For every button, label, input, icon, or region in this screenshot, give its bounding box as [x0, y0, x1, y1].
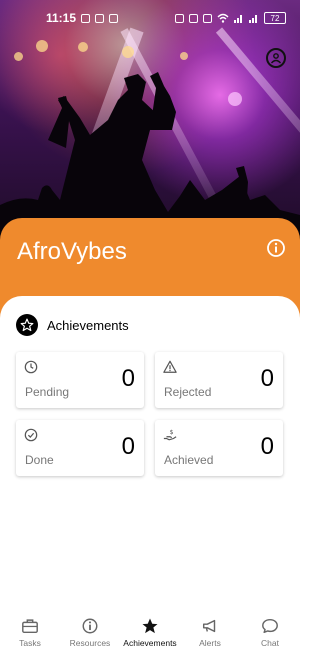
- status-bar: 11:15 72: [0, 0, 300, 36]
- check-circle-icon: [24, 428, 38, 442]
- info-button[interactable]: [266, 238, 286, 258]
- nav-item-tasks[interactable]: Tasks: [0, 609, 60, 667]
- content-sheet: Achievements Pending 0 Rejected 0 Done 0…: [0, 296, 300, 606]
- message-icon: [109, 13, 119, 23]
- section-title: Achievements: [47, 317, 129, 333]
- star-icon: [142, 618, 158, 634]
- signal-icon: [234, 15, 242, 23]
- status-left: 11:15: [46, 11, 119, 25]
- nav-item-chat[interactable]: Chat: [240, 609, 300, 667]
- megaphone-icon: [202, 619, 216, 633]
- bottom-nav: Tasks Resources Achievements Alerts Chat: [0, 609, 300, 667]
- crowd-silhouette: [0, 72, 300, 250]
- nfc-icon: [175, 13, 184, 23]
- card-label: Done: [25, 453, 54, 467]
- mute-icon: [203, 13, 212, 23]
- briefcase-icon: [22, 619, 38, 634]
- hand-money-icon: $: [163, 429, 177, 441]
- card-label: Rejected: [164, 385, 212, 399]
- card-label: Achieved: [164, 453, 214, 467]
- status-right: 72: [175, 12, 286, 24]
- nav-label: Tasks: [19, 638, 41, 648]
- nav-label: Achievements: [123, 638, 177, 648]
- user-circle-icon: [270, 53, 282, 64]
- alarm-icon: [189, 13, 198, 23]
- nav-item-achievements[interactable]: Achievements: [120, 609, 180, 667]
- whatsapp-icon: [81, 13, 91, 23]
- stat-card-rejected[interactable]: Rejected 0: [155, 352, 283, 408]
- stat-card-done[interactable]: Done 0: [16, 420, 144, 476]
- star-badge-icon: [16, 314, 38, 336]
- nav-item-alerts[interactable]: Alerts: [180, 609, 240, 667]
- stat-card-achieved[interactable]: $ Achieved 0: [155, 420, 283, 476]
- chat-icon: [262, 618, 278, 634]
- battery-indicator: 72: [264, 12, 286, 24]
- nav-item-resources[interactable]: Resources: [60, 609, 120, 667]
- clock-icon: [24, 360, 38, 374]
- signal-icon: [249, 15, 257, 23]
- wifi-icon: [217, 13, 229, 23]
- nav-label: Alerts: [199, 638, 221, 648]
- card-value: 0: [260, 433, 274, 460]
- info-icon: [82, 618, 98, 634]
- card-label: Pending: [25, 385, 70, 399]
- nav-label: Chat: [261, 638, 279, 648]
- profile-button[interactable]: [266, 48, 286, 68]
- card-value: 0: [260, 365, 274, 392]
- achievements-header: Achievements: [16, 314, 129, 336]
- svg-text:$: $: [170, 429, 174, 436]
- status-time: 11:15: [46, 11, 77, 25]
- nav-label: Resources: [69, 638, 111, 648]
- card-value: 0: [121, 433, 135, 460]
- brand-title: AfroVybes: [17, 238, 127, 265]
- linkedin-icon: [95, 13, 105, 23]
- hero-concert-image: [0, 0, 300, 250]
- info-icon: [267, 239, 285, 257]
- card-value: 0: [121, 365, 135, 392]
- warning-icon: [163, 360, 177, 373]
- stat-card-pending[interactable]: Pending 0: [16, 352, 144, 408]
